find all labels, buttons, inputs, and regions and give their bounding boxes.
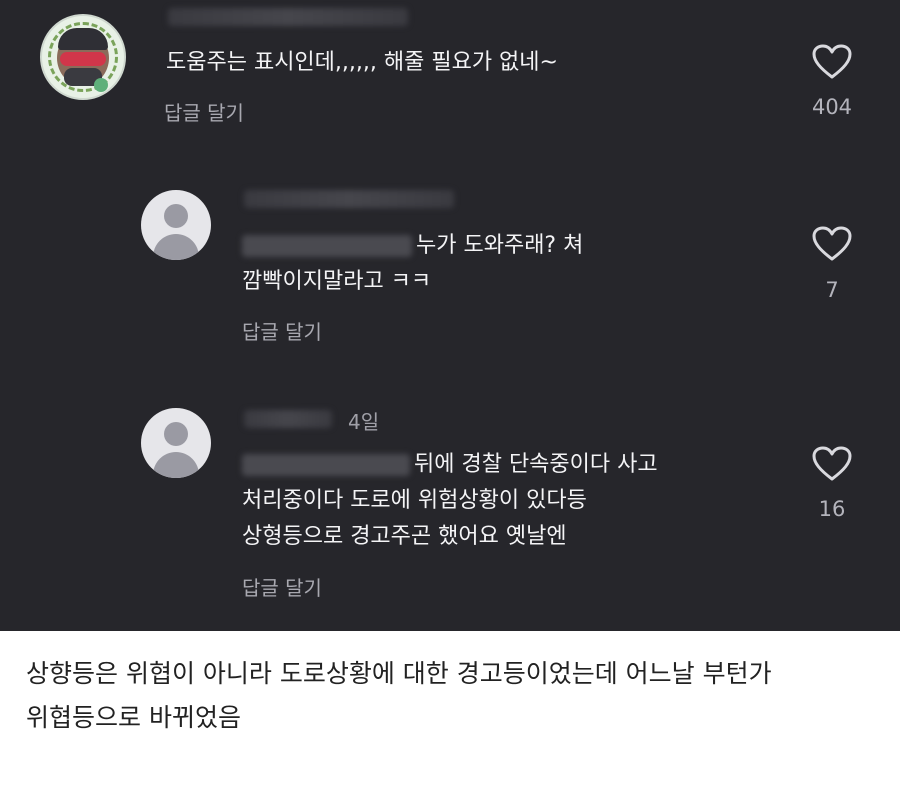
caption-line: 위협등으로 바뀌었음 [26, 703, 241, 732]
reply-button[interactable]: 답글 달기 [242, 572, 322, 601]
heart-outline-icon[interactable] [812, 226, 852, 262]
username-redacted [244, 410, 332, 428]
default-avatar-body [153, 234, 199, 260]
reply-button[interactable]: 답글 달기 [164, 97, 244, 126]
globe-icon [94, 78, 108, 92]
redacted-text [242, 454, 410, 476]
like-count: 7 [825, 278, 839, 302]
comment-text: 상형등으로 경고주곤 했어요 옛날엔 [242, 524, 567, 549]
username-redacted [244, 190, 454, 208]
commenter-avatar[interactable] [40, 14, 126, 100]
comment-text: 도움주는 표시인데,,,,,, 해줄 필요가 없네~ [166, 50, 558, 75]
default-avatar-head [164, 422, 188, 446]
comment-text-line: 뒤에 경찰 단속중이다 사고 [242, 448, 658, 482]
username-redacted [168, 8, 408, 26]
comment-timestamp: 4일 [348, 410, 380, 434]
like-count: 16 [818, 497, 846, 521]
heart-outline-icon[interactable] [812, 44, 852, 80]
like-count: 404 [811, 95, 853, 119]
default-avatar-body [153, 452, 199, 478]
caption-line: 상향등은 위협이 아니라 도로상황에 대한 경고등이었는데 어느날 부턴가 [26, 659, 772, 688]
avatar-cap [58, 28, 108, 50]
comment-text: 깜빡이지말라고 ㅋㅋ [242, 269, 432, 294]
comment-text: 처리중이다 도로에 위험상황이 있다등 [242, 488, 587, 513]
default-avatar-head [164, 204, 188, 228]
redacted-text [242, 235, 412, 257]
comment-text: 누가 도와주래? 쳐 [416, 233, 584, 258]
comment-text: 뒤에 경찰 단속중이다 사고 [414, 452, 658, 477]
reply-button[interactable]: 답글 달기 [242, 316, 322, 345]
commenter-avatar[interactable] [141, 190, 211, 260]
post-caption: 상향등은 위협이 아니라 도로상황에 대한 경고등이었는데 어느날 부턴가 위협… [26, 652, 886, 740]
avatar-glasses [60, 52, 106, 66]
heart-outline-icon[interactable] [812, 446, 852, 482]
commenter-avatar[interactable] [141, 408, 211, 478]
comment-text-line: 누가 도와주래? 쳐 [242, 229, 583, 263]
